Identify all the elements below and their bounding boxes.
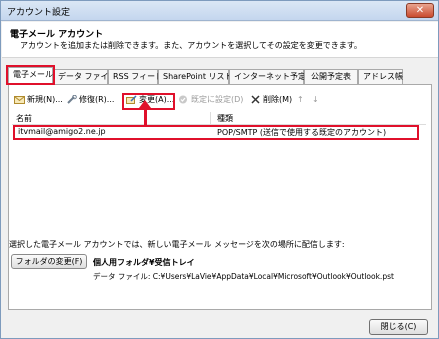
tab-rss-feeds[interactable]: RSS フィード [108,69,163,84]
delete-x-icon [251,95,260,104]
new-button[interactable]: 新規(N)... [13,92,63,107]
data-file-path: データ ファイル: C:¥Users¥LaVie¥AppData¥Local¥M… [93,272,394,281]
toolbar: 新規(N)... 修復(R)... 変更(A)... 既定に設定(D) 削除(M… [9,90,431,110]
account-list-header: 名前 種類 [12,111,426,125]
account-settings-window: アカウント設定 ✕ 電子メール アカウント アカウントを追加または削除できます。… [0,0,439,339]
column-separator[interactable] [210,112,211,124]
account-row-highlight [13,125,419,140]
tab-strip: 電子メール データ ファイル RSS フィード SharePoint リスト イ… [8,67,432,85]
tab-email[interactable]: 電子メール [8,67,53,85]
close-button[interactable]: 閉じる(C) [369,319,428,335]
page-title: 電子メール アカウント [10,30,104,40]
repair-button-label: 修復(R)... [79,95,115,104]
tab-internet-calendars[interactable]: インターネット予定表 [229,69,314,84]
delivery-folder: 個人用フォルダ¥受信トレイ [93,258,195,267]
tab-address-books[interactable]: アドレス帳 [358,69,403,84]
title-bar: アカウント設定 ✕ [1,1,438,21]
default-check-icon [179,95,187,104]
window-title: アカウント設定 [7,8,71,18]
delivery-description: 選択した電子メール アカウントでは、新しい電子メール メッセージを次の場所に配信… [9,240,345,249]
header: 電子メール アカウント アカウントを追加または削除できます。また、アカウントを選… [2,22,438,58]
move-down-button[interactable]: ↓ [312,92,319,107]
pointer-arrow-head [139,100,151,108]
change-folder-button[interactable]: フォルダの変更(F) [11,254,87,269]
pointer-arrow-shaft [144,106,147,127]
repair-button[interactable]: 修復(R)... [65,92,114,107]
tab-sharepoint-lists[interactable]: SharePoint リスト [158,69,233,84]
delete-button-label: 削除(M) [263,95,293,104]
page-description: アカウントを追加または削除できます。また、アカウントを選択してその設定を変更でき… [20,41,362,50]
repair-icon [67,95,77,104]
window-close-button[interactable]: ✕ [406,3,434,18]
set-default-button[interactable]: 既定に設定(D) [177,92,243,107]
tab-published-calendars[interactable]: 公開予定表 [304,69,358,84]
column-name-header[interactable]: 名前 [16,113,32,124]
move-down-arrow-icon: ↓ [312,95,319,104]
tab-data-files[interactable]: データ ファイル [53,69,117,84]
set-default-button-label: 既定に設定(D) [191,95,244,104]
move-up-arrow-icon: ↑ [297,95,304,104]
new-mail-icon [14,96,25,104]
move-up-button[interactable]: ↑ [297,92,304,107]
column-type-header[interactable]: 種類 [217,113,233,124]
delete-button[interactable]: 削除(M) [249,92,292,107]
new-button-label: 新規(N)... [27,95,63,104]
